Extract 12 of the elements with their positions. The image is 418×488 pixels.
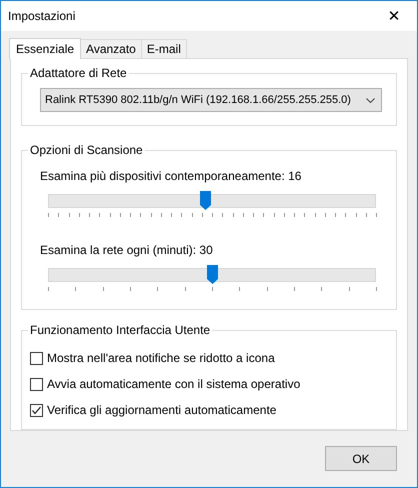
slider-label: Esamina la rete ogni (minuti): 30: [40, 242, 213, 258]
ok-button[interactable]: OK: [325, 446, 397, 471]
checkbox-label[interactable]: Avvia automaticamente con il sistema operativo: [47, 376, 300, 392]
slider-label: Esamina più dispositivi contemporaneamente: 16: [40, 168, 302, 184]
tab[interactable]: Essenziale: [9, 38, 82, 59]
tab[interactable]: E-mail: [140, 39, 187, 58]
close-button[interactable]: ✕: [371, 1, 417, 31]
window-title: Impostazioni: [8, 9, 76, 23]
checkbox-label[interactable]: Mostra nell'area notifiche se ridotto a icona: [47, 350, 275, 366]
group-title: Opzioni di Scansione: [28, 142, 145, 158]
adapter-dropdown[interactable]: Ralink RT5390 802.11b/g/n WiFi (192.168.1.66/255.255.255.0): [40, 88, 382, 112]
checkbox-label[interactable]: Verifica gli aggiornamenti automaticamente: [47, 402, 276, 418]
